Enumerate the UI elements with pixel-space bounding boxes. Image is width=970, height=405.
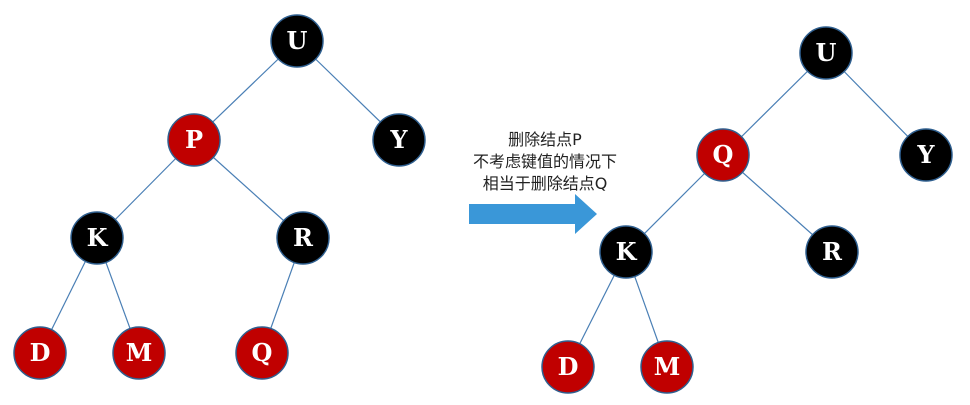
node-label-Q: Q [252, 338, 273, 367]
node-R: R [276, 211, 330, 265]
node-D: D [13, 326, 67, 380]
node-label-R: R [822, 237, 843, 266]
node-label-Y: Y [916, 140, 935, 169]
caption: 删除结点P 不考虑键值的情况下 相当于删除结点Q [473, 130, 617, 193]
caption-line-3: 相当于删除结点Q [483, 174, 608, 193]
node-label-D: D [30, 338, 51, 367]
node-label-Q: Q [713, 140, 734, 169]
node-label-P: P [185, 125, 203, 154]
node-M: M [112, 326, 166, 380]
node-D: D [541, 340, 595, 394]
node-label-U: U [816, 38, 837, 67]
caption-line-2: 不考虑键值的情况下 [473, 152, 617, 171]
node-Y: Y [899, 128, 953, 182]
node-K: K [599, 225, 653, 279]
node-label-U: U [287, 26, 308, 55]
node-label-M: M [126, 338, 153, 367]
diagram-canvas: U P Y K R D M Q U Q Y K R D M 删除结点P 不考虑键值的情况下 相当于删除结点… [13, 14, 953, 394]
node-R: R [805, 225, 859, 279]
node-label-Y: Y [389, 125, 408, 154]
tree-after-deletion: U Q Y K R D M [541, 26, 953, 394]
node-label-K: K [616, 237, 638, 266]
node-Q: Q [696, 128, 750, 182]
node-label-K: K [87, 223, 109, 252]
node-U: U [270, 14, 324, 68]
node-P: P [167, 113, 221, 167]
tree-before-deletion: U P Y K R D M Q [13, 14, 426, 380]
node-Q: Q [235, 326, 289, 380]
node-U: U [799, 26, 853, 80]
caption-line-1: 删除结点P [508, 130, 582, 149]
node-Y: Y [372, 113, 426, 167]
node-M: M [640, 340, 694, 394]
transition-arrow-icon [469, 194, 597, 234]
node-K: K [70, 211, 124, 265]
node-label-D: D [558, 352, 579, 381]
node-label-M: M [654, 352, 681, 381]
node-label-R: R [293, 223, 314, 252]
